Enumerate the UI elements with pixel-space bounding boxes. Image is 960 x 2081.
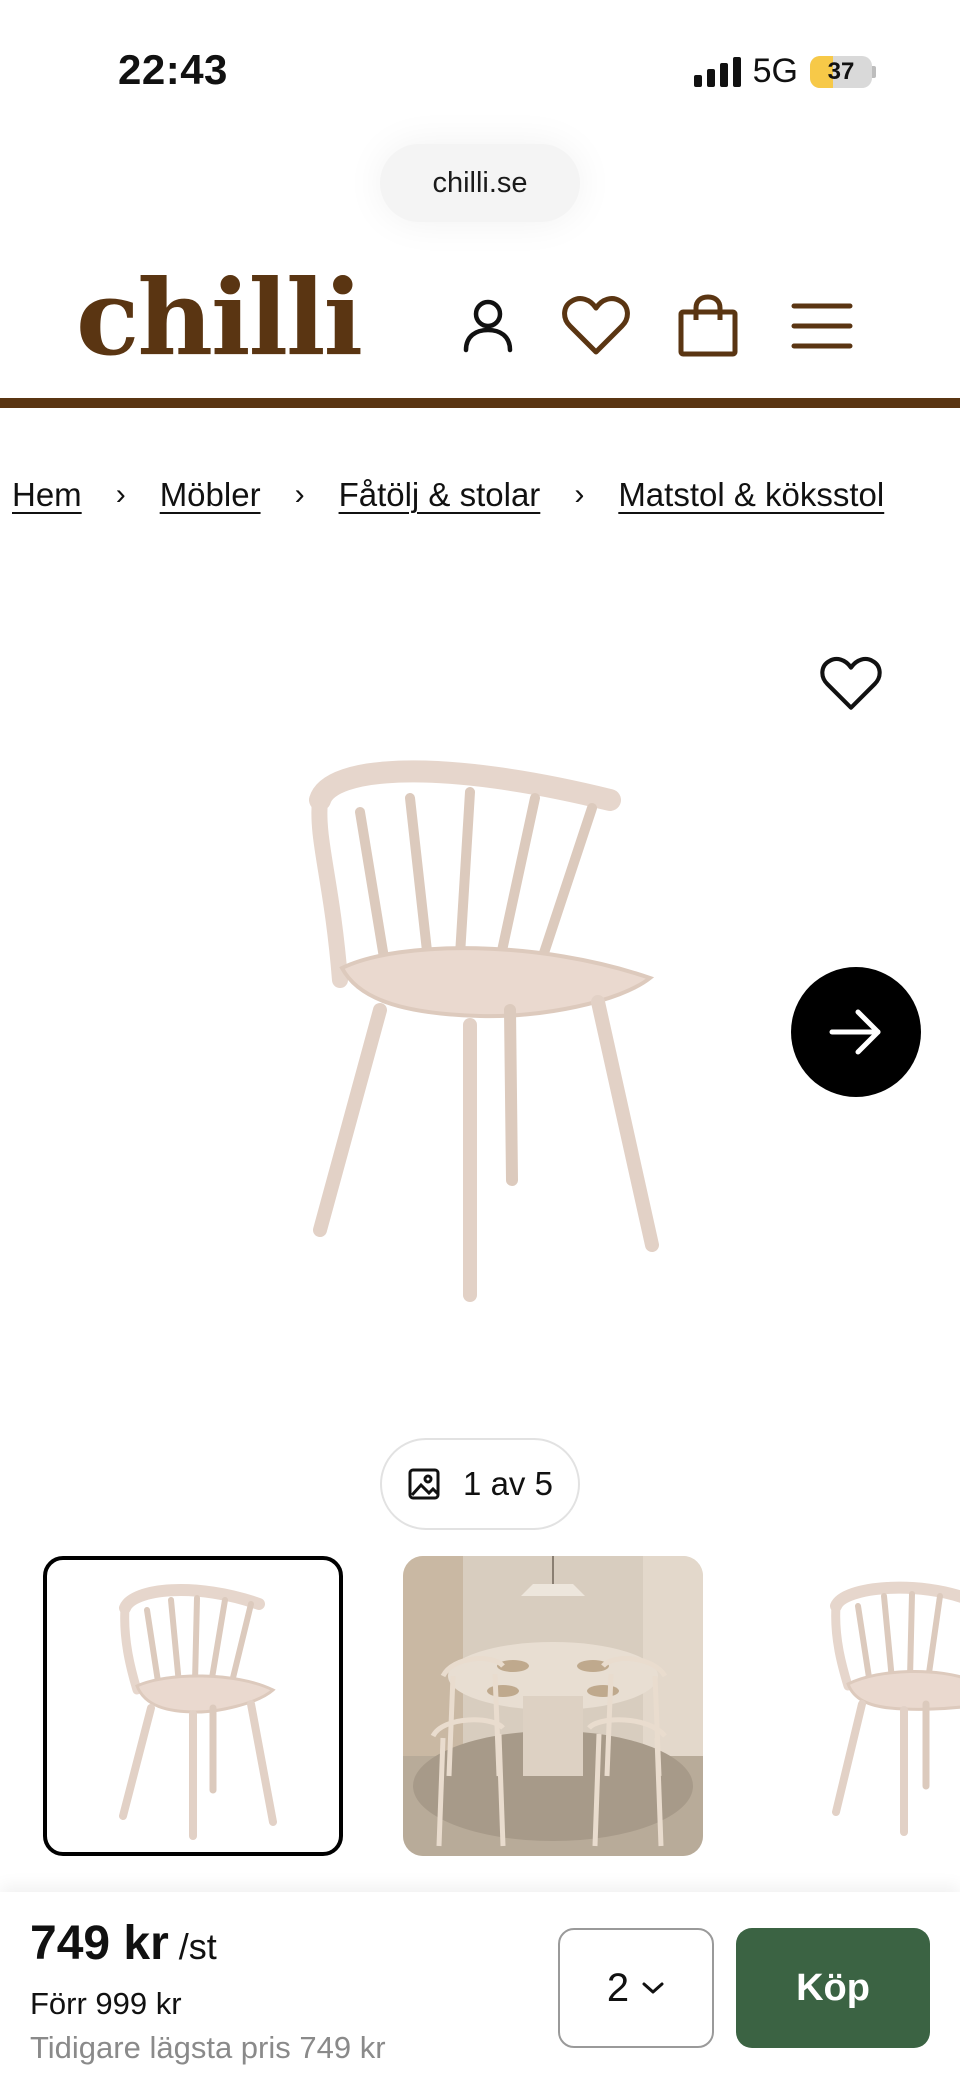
signal-icon — [693, 56, 741, 87]
site-header: chilli — [0, 260, 960, 400]
thumbnail-dining-room[interactable] — [403, 1556, 703, 1856]
battery-icon: 37 — [810, 55, 876, 88]
image-counter[interactable]: 1 av 5 — [380, 1438, 580, 1530]
favorite-heart-icon[interactable] — [820, 656, 886, 716]
shopping-bag-icon[interactable] — [672, 290, 744, 362]
quantity-select[interactable]: 2 — [558, 1928, 714, 2048]
price-line: 749 kr /st — [30, 1916, 217, 1971]
breadcrumb-link-mobler[interactable]: Möbler — [160, 476, 261, 514]
next-image-button[interactable] — [791, 967, 921, 1097]
menu-icon[interactable] — [786, 290, 858, 362]
browser-url-bar[interactable]: chilli.se — [380, 144, 580, 222]
arrow-right-icon — [829, 1009, 881, 1055]
thumbnail-chair-partial[interactable] — [800, 1556, 960, 1856]
user-icon[interactable] — [452, 290, 524, 362]
product-image-chair[interactable] — [280, 740, 680, 1310]
breadcrumb: Hem › Möbler › Fåtölj & stolar › Matstol… — [12, 476, 884, 514]
network-type: 5G — [752, 52, 798, 90]
image-counter-label: 1 av 5 — [463, 1465, 553, 1502]
battery-level: 37 — [827, 57, 855, 85]
breadcrumb-separator: › — [574, 478, 585, 511]
product-price: 749 kr — [30, 1917, 169, 1970]
status-indicators: 5G 37 — [693, 52, 876, 91]
heart-icon[interactable] — [560, 290, 632, 362]
status-time: 22:43 — [118, 46, 228, 93]
quantity-value: 2 — [606, 1965, 630, 2010]
header-divider — [0, 398, 960, 408]
breadcrumb-link-matstol[interactable]: Matstol & köksstol — [618, 476, 884, 514]
image-icon — [408, 1468, 440, 1500]
breadcrumb-separator: › — [115, 478, 126, 511]
thumbnail-chair[interactable] — [43, 1556, 343, 1856]
old-price: Förr 999 kr — [30, 1986, 182, 2021]
lowest-price-note: Tidigare lägsta pris 749 kr — [30, 2030, 386, 2065]
breadcrumb-link-fatolj-stolar[interactable]: Fåtölj & stolar — [339, 476, 541, 514]
buy-button[interactable]: Köp — [736, 1928, 930, 2048]
price-unit: /st — [178, 1926, 217, 1967]
status-bar: 22:43 5G 37 — [0, 0, 960, 140]
breadcrumb-link-hem[interactable]: Hem — [12, 476, 82, 514]
breadcrumb-separator: › — [294, 478, 305, 511]
site-logo[interactable]: chilli — [76, 266, 363, 370]
chevron-down-icon — [642, 1982, 664, 1994]
purchase-bar: 749 kr /st Förr 999 kr Tidigare lägsta p… — [0, 1892, 960, 2081]
